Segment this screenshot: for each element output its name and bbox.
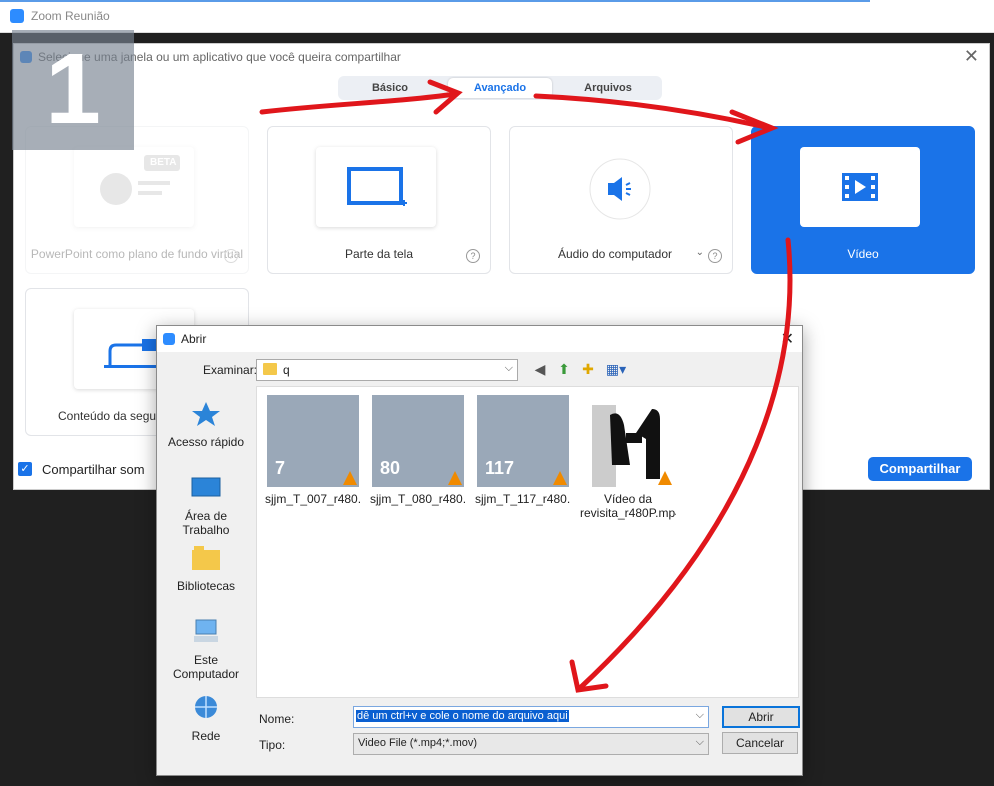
close-icon[interactable]: ✕	[781, 329, 794, 349]
file-item[interactable]: 117 sjjm_T_117_r480...	[475, 395, 571, 506]
computer-icon	[194, 619, 218, 642]
vlc-icon	[448, 471, 462, 485]
portion-thumbnail	[316, 147, 436, 227]
libraries-icon	[192, 546, 220, 570]
tab-basico[interactable]: Básico	[342, 78, 438, 98]
places-bar: Acesso rápido Área de Trabalho Bibliotec…	[163, 386, 249, 766]
place-label: Este Computador	[172, 653, 240, 681]
tab-arquivos[interactable]: Arquivos	[560, 78, 656, 98]
vlc-icon	[343, 471, 357, 485]
file-name: sjjm_T_080_r480...	[370, 492, 466, 506]
video-thumbnail	[582, 395, 674, 487]
place-label: Acesso rápido	[167, 435, 245, 449]
look-in-combo[interactable]: q ⌵	[256, 359, 518, 381]
chevron-down-icon[interactable]: ⌵	[696, 736, 704, 749]
step-number-overlay: 1	[12, 30, 134, 150]
tab-avancado[interactable]: Avançado	[448, 78, 552, 98]
view-menu-icon[interactable]: ▦▾	[603, 360, 629, 378]
up-folder-icon[interactable]: ⬆	[555, 360, 573, 378]
back-icon[interactable]: ◀	[531, 360, 549, 378]
place-network[interactable]: Rede	[163, 694, 249, 743]
current-folder: q	[283, 363, 290, 377]
zoom-logo-icon	[163, 333, 175, 345]
zoom-logo-icon	[10, 9, 24, 23]
folder-icon	[263, 363, 277, 375]
star-icon	[192, 402, 220, 426]
card-computer-audio[interactable]: Áudio do computador ⌄ ?	[509, 126, 733, 274]
chevron-down-icon[interactable]: ⌵	[696, 709, 704, 722]
card-label: Parte da tela	[344, 247, 414, 261]
card-video[interactable]: Vídeo	[751, 126, 975, 274]
chevron-down-icon[interactable]: ⌄	[696, 247, 704, 258]
titlebar-accent-line	[0, 0, 870, 2]
vlc-icon	[553, 471, 567, 485]
file-name: sjjm_T_117_r480...	[475, 492, 571, 506]
help-icon[interactable]: ?	[224, 249, 238, 263]
open-dialog-titlebar: Abrir ✕	[157, 326, 802, 352]
share-sound-checkbox[interactable]: ✓	[18, 462, 32, 476]
help-icon[interactable]: ?	[708, 249, 722, 263]
file-list: 7 sjjm_T_007_r480... 80 sjjm_T_080_r480.…	[256, 386, 799, 698]
filetype-label: Tipo:	[259, 738, 286, 752]
place-label: Bibliotecas	[176, 579, 236, 593]
look-in-label: Examinar:	[203, 363, 258, 377]
filetype-value: Video File (*.mp4;*.mov)	[358, 737, 478, 749]
powerpoint-thumbnail: BETA	[74, 147, 194, 227]
filename-label: Nome:	[259, 712, 295, 726]
open-dialog-title: Abrir	[181, 332, 207, 346]
zoom-meeting-titlebar: Zoom Reunião	[0, 0, 994, 33]
place-libraries[interactable]: Bibliotecas	[163, 544, 249, 593]
share-sound-label: Compartilhar som	[42, 462, 145, 477]
window-title: Zoom Reunião	[31, 9, 110, 23]
screen-portion-icon	[347, 167, 407, 206]
close-icon[interactable]: ✕	[964, 46, 979, 67]
video-thumbnail	[800, 147, 920, 227]
network-icon	[195, 696, 217, 718]
film-icon	[842, 173, 878, 201]
help-icon[interactable]: ?	[466, 249, 480, 263]
filetype-select[interactable]: Video File (*.mp4;*.mov) ⌵	[353, 733, 709, 755]
video-thumbnail: 80	[372, 395, 464, 487]
chevron-down-icon[interactable]: ⌵	[505, 362, 513, 375]
place-label: Área de Trabalho	[182, 509, 230, 537]
place-quick-access[interactable]: Acesso rápido	[163, 400, 249, 449]
file-item[interactable]: Vídeo da revisita_r480P.mp4	[580, 395, 676, 520]
file-name: Vídeo da revisita_r480P.mp4	[580, 492, 676, 520]
filename-input[interactable]: dê um ctrl+v e cole o nome do arquivo aq…	[353, 706, 709, 728]
card-portion-of-screen[interactable]: Parte da tela ?	[267, 126, 491, 274]
new-folder-icon[interactable]: ✚	[579, 360, 597, 378]
speaker-icon	[589, 158, 651, 220]
place-this-pc[interactable]: Este Computador	[163, 618, 249, 681]
vlc-icon	[658, 471, 672, 485]
card-label: Vídeo	[847, 247, 879, 261]
place-desktop[interactable]: Área de Trabalho	[163, 474, 249, 537]
filename-value: dê um ctrl+v e cole o nome do arquivo aq…	[356, 710, 569, 722]
card-label: PowerPoint como plano de fundo virtual	[30, 247, 244, 261]
file-item[interactable]: 7 sjjm_T_007_r480...	[265, 395, 361, 506]
file-name: sjjm_T_007_r480...	[265, 492, 361, 506]
share-button[interactable]: Compartilhar	[868, 457, 972, 481]
desktop-icon	[191, 477, 221, 497]
place-label: Rede	[191, 729, 221, 743]
cancel-button[interactable]: Cancelar	[722, 732, 798, 754]
beta-badge: BETA	[150, 157, 177, 168]
video-thumbnail: 7	[267, 395, 359, 487]
video-thumbnail: 117	[477, 395, 569, 487]
open-button[interactable]: Abrir	[722, 706, 800, 728]
share-tabs: Básico Avançado Arquivos	[338, 76, 662, 100]
open-file-dialog: Abrir ✕ Examinar: q ⌵ ◀ ⬆ ✚ ▦▾ Acesso rá…	[156, 325, 803, 776]
file-item[interactable]: 80 sjjm_T_080_r480...	[370, 395, 466, 506]
